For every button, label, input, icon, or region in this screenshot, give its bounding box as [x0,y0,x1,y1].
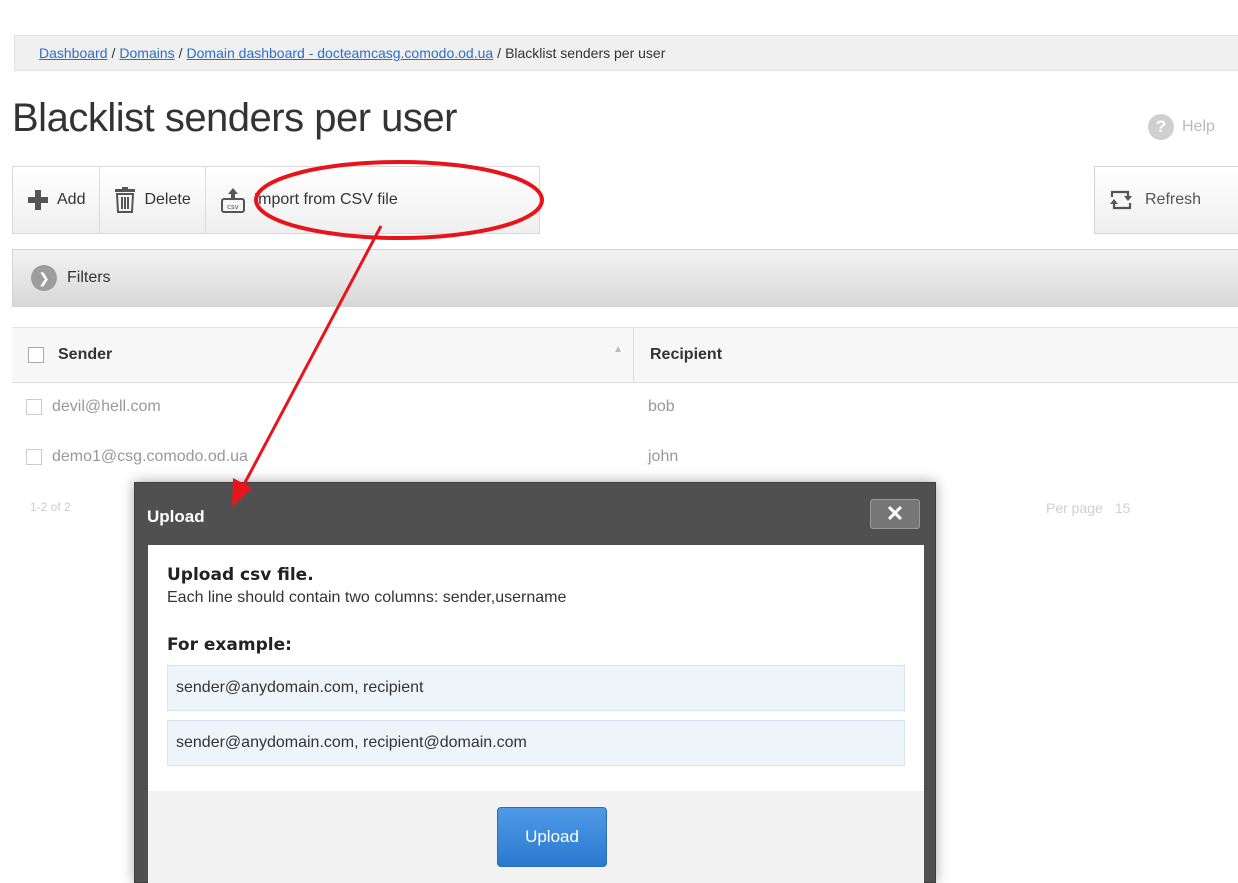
refresh-icon [1110,190,1132,210]
filters-label: Filters [67,269,111,286]
sender-cell: demo1@csg.comodo.od.ua [26,448,248,466]
per-page-value: 15 [1114,500,1131,516]
table-header: Sender ▲ Recipient [12,327,1238,383]
add-button[interactable]: Add [13,167,101,233]
chevron-right-icon: ❯ [31,265,57,291]
refresh-button[interactable]: Refresh [1094,166,1238,234]
delete-button-label: Delete [144,191,191,208]
breadcrumb-domains-link[interactable]: Domains [119,45,174,61]
upload-heading: Upload csv file. [167,565,314,585]
help-icon: ? [1148,114,1174,140]
close-icon[interactable]: ✕ [870,499,920,529]
sender-value: demo1@csg.comodo.od.ua [52,448,248,465]
import-csv-button-label: Import from CSV file [253,191,398,208]
per-page-label: Per page [1046,500,1103,516]
column-header-sender[interactable]: Sender ▲ [12,328,634,382]
csv-upload-icon: csv [220,188,245,213]
row-checkbox[interactable] [26,399,42,415]
dialog-title: Upload [147,507,205,526]
pagination-info: 1-2 of 2 [30,500,71,514]
plus-icon [28,190,48,210]
trash-icon [115,187,136,213]
recipient-value: bob [648,398,675,415]
breadcrumb-dashboard-link[interactable]: Dashboard [39,45,108,61]
filters-toggle[interactable]: ❯ Filters [12,249,1238,307]
import-csv-button[interactable]: csv Import from CSV file [206,167,412,233]
refresh-button-label: Refresh [1145,191,1202,208]
dialog-footer: Upload [148,791,924,883]
delete-button[interactable]: Delete [100,167,206,233]
help-link[interactable]: ? Help [1148,114,1215,140]
sender-value: devil@hell.com [52,398,161,415]
example-heading: For example: [167,635,292,655]
upload-description: Each line should contain two columns: se… [167,589,567,606]
svg-text:csv: csv [227,203,239,211]
column-recipient-label: Recipient [650,346,723,363]
help-label: Help [1182,118,1215,135]
page-title: Blacklist senders per user [12,96,457,140]
select-all-checkbox[interactable] [28,347,44,363]
breadcrumb-separator: / [497,45,502,61]
table-row[interactable]: devil@hell.com bob [12,383,1238,433]
breadcrumb-separator: / [178,45,183,61]
toolbar: Add Delete csv Import from CSV file [12,166,540,234]
breadcrumb-domain-dashboard-link[interactable]: Domain dashboard - docteamcasg.comodo.od… [187,45,494,61]
breadcrumb: Dashboard / Domains / Domain dashboard - doc… [14,35,1238,71]
column-sender-label: Sender [58,346,113,363]
breadcrumb-current: Blacklist senders per user [505,45,666,61]
sort-ascending-icon: ▲ [613,344,623,355]
example-line: sender@anydomain.com, recipient [167,665,905,711]
add-button-label: Add [57,191,86,208]
upload-button[interactable]: Upload [497,807,607,867]
column-header-recipient[interactable]: Recipient [634,328,722,382]
breadcrumb-separator: / [111,45,116,61]
sender-cell: devil@hell.com [26,398,161,416]
example-line: sender@anydomain.com, recipient@domain.c… [167,720,905,766]
per-page-selector[interactable]: Per page 15 [1046,500,1130,516]
table-row[interactable]: demo1@csg.comodo.od.ua john [12,433,1238,483]
upload-dialog: Upload ✕ Upload csv file. Each line shou… [134,482,936,883]
dialog-body: Upload csv file. Each line should contai… [148,545,924,791]
recipient-value: john [648,448,679,465]
row-checkbox[interactable] [26,449,42,465]
